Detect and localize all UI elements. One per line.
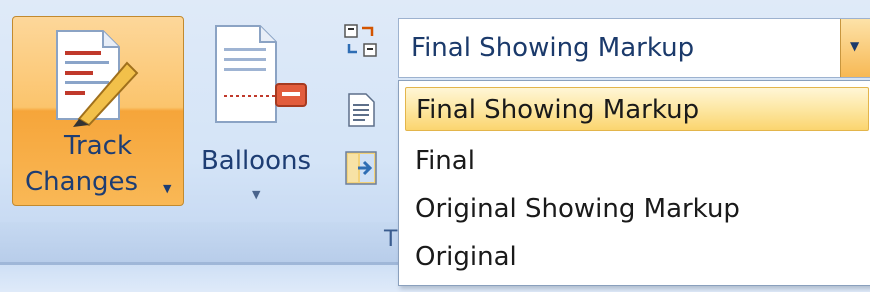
chevron-down-icon: ▼ <box>163 182 172 195</box>
track-changes-label: Track <box>63 131 133 161</box>
option-label: Final Showing Markup <box>416 95 700 125</box>
option-label: Original Showing Markup <box>415 194 740 224</box>
option-final-showing-markup[interactable]: Final Showing Markup <box>405 87 869 131</box>
display-for-review-dropdown: Final Showing Markup Final Original Show… <box>398 80 870 286</box>
option-original[interactable]: Original <box>405 235 869 279</box>
show-markup-icon[interactable] <box>346 92 376 128</box>
track-changes-label-2: Changes <box>25 167 139 197</box>
option-final[interactable]: Final <box>405 139 869 183</box>
ribbon-review-group: T Track Changes ▼ Balloons ▼ Final Showi… <box>0 0 870 292</box>
option-label: Final <box>415 146 475 176</box>
display-for-review-icon[interactable] <box>342 22 380 60</box>
display-for-review-combobox[interactable]: Final Showing Markup ▼ <box>398 18 870 78</box>
dropdown-button[interactable]: ▼ <box>840 19 870 77</box>
balloons-button[interactable]: Balloons ▼ <box>186 16 326 206</box>
balloons-icon <box>215 25 307 123</box>
chevron-down-icon: ▼ <box>850 39 860 53</box>
option-original-showing-markup[interactable]: Original Showing Markup <box>405 187 869 231</box>
group-label: T <box>384 227 398 252</box>
option-label: Original <box>415 242 517 272</box>
balloons-label: Balloons <box>200 146 312 176</box>
track-changes-button[interactable]: Track Changes ▼ <box>12 16 184 206</box>
track-changes-icon <box>56 30 139 127</box>
reviewing-pane-icon[interactable] <box>344 150 378 186</box>
combobox-value: Final Showing Markup <box>411 33 695 63</box>
chevron-down-icon: ▼ <box>252 188 261 201</box>
